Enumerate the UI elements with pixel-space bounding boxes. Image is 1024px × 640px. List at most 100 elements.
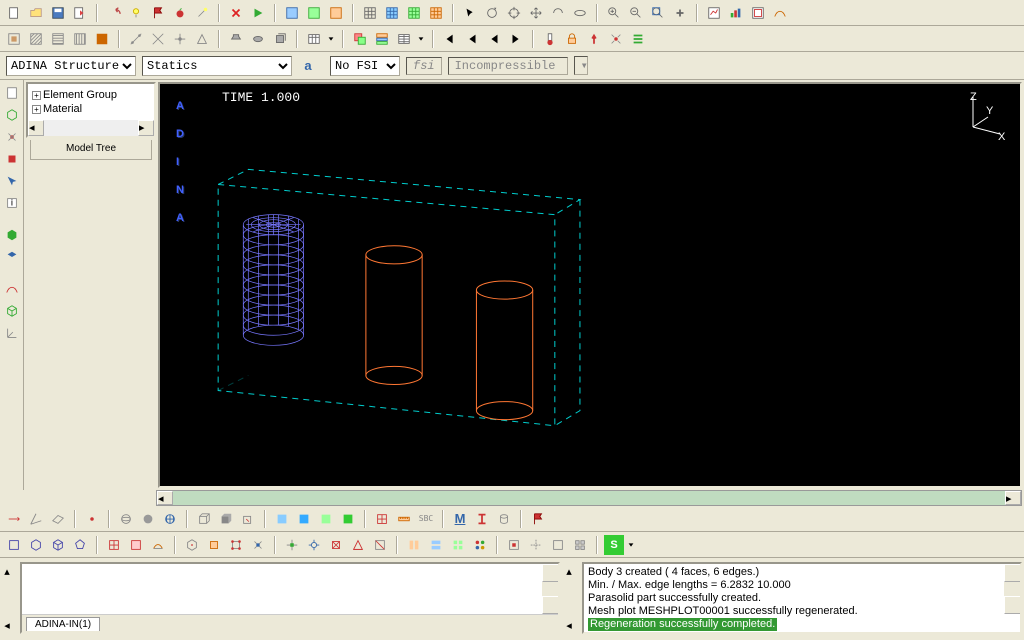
layers-icon[interactable]	[372, 29, 392, 49]
wireframe-icon[interactable]	[3, 106, 21, 124]
sphere-solid-icon[interactable]	[138, 509, 158, 529]
tree-hscroll[interactable]: ◂▸	[28, 120, 154, 136]
run-icon[interactable]	[248, 3, 268, 23]
zoom-out-icon[interactable]	[626, 3, 646, 23]
solid-icon[interactable]	[3, 226, 21, 244]
m13-icon[interactable]	[304, 535, 324, 555]
fill1-icon[interactable]	[272, 509, 292, 529]
view1-icon[interactable]	[4, 29, 24, 49]
diag2-icon[interactable]	[148, 29, 168, 49]
modify-icon[interactable]	[350, 29, 370, 49]
list-icon[interactable]	[628, 29, 648, 49]
plot1-icon[interactable]	[704, 3, 724, 23]
m8-icon[interactable]	[182, 535, 202, 555]
command-tab[interactable]: ADINA-IN(1)	[26, 617, 100, 631]
grid-orange-icon[interactable]	[326, 3, 346, 23]
hatch3-icon[interactable]	[70, 29, 90, 49]
new-icon[interactable]	[4, 3, 24, 23]
box-solid-icon[interactable]	[216, 509, 236, 529]
m19-icon[interactable]	[448, 535, 468, 555]
table-icon[interactable]	[304, 29, 324, 49]
export-icon[interactable]	[70, 3, 90, 23]
mesh4-icon[interactable]	[426, 3, 446, 23]
box-cut-icon[interactable]	[238, 509, 258, 529]
table2-icon[interactable]	[394, 29, 414, 49]
m15-icon[interactable]	[348, 535, 368, 555]
spline-icon[interactable]	[3, 280, 21, 298]
panel-up2-icon[interactable]: ▴	[562, 564, 576, 578]
thermo-icon[interactable]	[540, 29, 560, 49]
clip1-icon[interactable]	[226, 29, 246, 49]
globe-icon[interactable]	[160, 509, 180, 529]
s-dd-icon[interactable]	[626, 535, 636, 555]
m3-icon[interactable]	[48, 535, 68, 555]
cursor-icon[interactable]	[460, 3, 480, 23]
panel-left-icon[interactable]: ◂	[0, 618, 14, 632]
first-icon[interactable]	[440, 29, 460, 49]
sbc-icon[interactable]: SBC	[416, 509, 436, 529]
wand-icon[interactable]	[192, 3, 212, 23]
light-icon[interactable]	[126, 3, 146, 23]
prev-icon[interactable]	[462, 29, 482, 49]
spin-icon[interactable]	[570, 3, 590, 23]
s-green-icon[interactable]: S	[604, 535, 624, 555]
fill2-icon[interactable]	[294, 509, 314, 529]
flag2-icon[interactable]	[528, 509, 548, 529]
dropdown2-icon[interactable]	[416, 29, 426, 49]
ruler-icon[interactable]	[394, 509, 414, 529]
tree-item-element-group[interactable]: +Element Group	[32, 88, 150, 102]
message-vscroll[interactable]	[1004, 564, 1020, 614]
pin-icon[interactable]	[584, 29, 604, 49]
fsi-select[interactable]: No FSI	[330, 56, 400, 76]
box-wire-icon[interactable]	[194, 509, 214, 529]
program-select[interactable]: ADINA Structure	[6, 56, 136, 76]
last-icon[interactable]	[506, 29, 526, 49]
pick-icon[interactable]	[3, 172, 21, 190]
pan-icon[interactable]	[526, 3, 546, 23]
m11-icon[interactable]	[248, 535, 268, 555]
m14-icon[interactable]	[326, 535, 346, 555]
open-icon[interactable]	[26, 3, 46, 23]
mesh1-icon[interactable]	[360, 3, 380, 23]
m10-icon[interactable]	[226, 535, 246, 555]
m18-icon[interactable]	[426, 535, 446, 555]
hatch2-icon[interactable]	[48, 29, 68, 49]
m-icon[interactable]: M	[450, 509, 470, 529]
m5-icon[interactable]	[104, 535, 124, 555]
tree-item-material[interactable]: +Material	[32, 102, 150, 116]
mesh3-icon[interactable]	[404, 3, 424, 23]
delete-icon[interactable]	[226, 3, 246, 23]
command-vscroll[interactable]	[542, 564, 558, 614]
a-icon[interactable]: a	[298, 56, 318, 76]
save-icon[interactable]	[48, 3, 68, 23]
m7-icon[interactable]	[148, 535, 168, 555]
target-icon[interactable]	[504, 3, 524, 23]
plot3-icon[interactable]	[748, 3, 768, 23]
node2-icon[interactable]	[3, 128, 21, 146]
viewport-hscroll[interactable]: ◂▸	[156, 490, 1022, 506]
model-tree-tab[interactable]: Model Tree	[30, 140, 152, 160]
analysis-select[interactable]: Statics	[142, 56, 292, 76]
expand-icon[interactable]: +	[32, 105, 41, 114]
solid1-icon[interactable]	[92, 29, 112, 49]
panel-up-icon[interactable]: ▴	[0, 564, 14, 578]
plot4-icon[interactable]	[770, 3, 790, 23]
flag-icon[interactable]	[148, 3, 168, 23]
axis-plane-icon[interactable]	[48, 509, 68, 529]
mesh2-icon[interactable]	[382, 3, 402, 23]
point-icon[interactable]	[82, 509, 102, 529]
expand-icon[interactable]: +	[32, 91, 41, 100]
hatch1-icon[interactable]	[26, 29, 46, 49]
m24-icon[interactable]	[570, 535, 590, 555]
rotate-icon[interactable]	[482, 3, 502, 23]
m22-icon[interactable]	[526, 535, 546, 555]
mesh-icon[interactable]	[3, 302, 21, 320]
page-icon[interactable]	[3, 84, 21, 102]
m6-icon[interactable]	[126, 535, 146, 555]
sphere-wire-icon[interactable]	[116, 509, 136, 529]
zoom-prev-icon[interactable]	[670, 3, 690, 23]
axis-xy-icon[interactable]	[26, 509, 46, 529]
info-icon[interactable]: i	[3, 194, 21, 212]
axes-icon[interactable]	[3, 324, 21, 342]
command-input[interactable]	[22, 564, 558, 614]
